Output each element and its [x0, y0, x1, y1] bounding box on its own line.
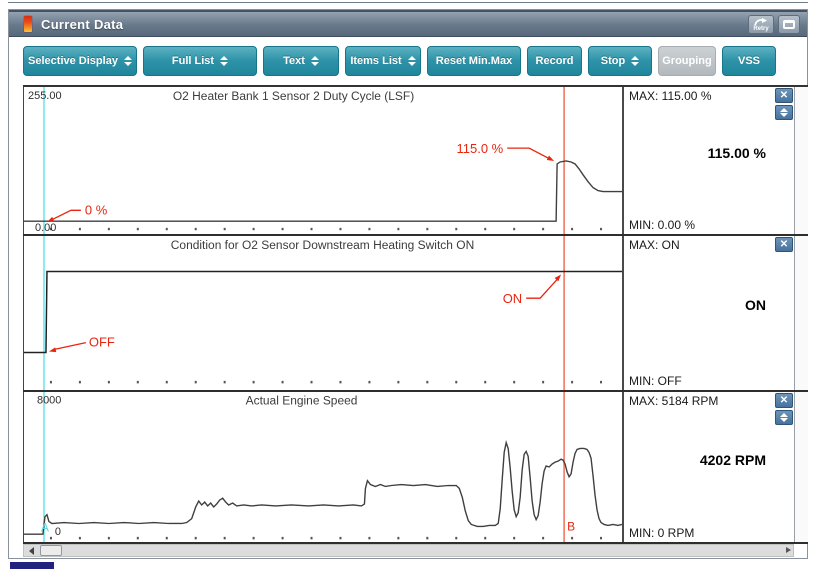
- annotation-arrowhead: [47, 217, 54, 222]
- y-max-label: 8000: [37, 395, 61, 407]
- close-chart-button[interactable]: ✕: [775, 88, 793, 103]
- close-chart-button[interactable]: ✕: [775, 393, 793, 408]
- annotation-leader: [53, 210, 81, 219]
- annotation-leader: [54, 343, 86, 350]
- horizontal-scrollbar[interactable]: [23, 544, 794, 557]
- scrollbar-thumb[interactable]: [40, 545, 62, 556]
- max-readout: MAX: 5184 RPM: [629, 394, 718, 408]
- window-top-edge: [8, 2, 808, 3]
- right-strip: [794, 236, 808, 390]
- annotation-arrowhead: [547, 156, 554, 161]
- annotation-115pct: 115.0 %: [457, 141, 504, 156]
- right-strip: [794, 392, 808, 542]
- close-chart-button[interactable]: ✕: [775, 237, 793, 252]
- dropdown-arrows-icon: [631, 56, 639, 66]
- taskbar-fragment: [10, 562, 54, 569]
- chart-title: Condition for O2 Sensor Downstream Heati…: [171, 238, 474, 252]
- annotation-0pct: 0 %: [85, 202, 107, 217]
- min-readout: MIN: 0 RPM: [629, 526, 694, 540]
- window-restore-icon: [783, 20, 795, 29]
- cursor-a-label: A: [41, 520, 49, 534]
- engine-speed-side-panel: MAX: 5184 RPM 4202 RPM MIN: 0 RPM ✕: [624, 392, 794, 542]
- current-value: 4202 RPM: [700, 452, 766, 468]
- current-data-window: Current Data Retry Selective Display: [8, 9, 808, 559]
- y-min-label: 0: [55, 526, 61, 538]
- annotation-on: ON: [503, 291, 522, 306]
- switch-condition-plot[interactable]: Condition for O2 Sensor Downstream Heati…: [23, 236, 624, 390]
- full-list-button[interactable]: Full List: [143, 46, 257, 76]
- vss-button[interactable]: VSS: [722, 46, 776, 76]
- annotation-leader: [507, 148, 550, 159]
- current-value: ON: [745, 297, 766, 313]
- duty-cycle-side-panel: MAX: 115.00 % 115.00 % MIN: 0.00 % ✕: [624, 87, 794, 234]
- min-readout: MIN: 0.00 %: [629, 218, 695, 232]
- titlebar[interactable]: Current Data Retry: [9, 10, 807, 37]
- chart-title: O2 Heater Bank 1 Sensor 2 Duty Cycle (LS…: [173, 89, 414, 103]
- retry-button[interactable]: Retry: [748, 15, 774, 34]
- right-strip: [794, 87, 808, 234]
- max-readout: MAX: 115.00 %: [629, 89, 712, 103]
- y-max-label: 255.00: [28, 90, 62, 102]
- reset-minmax-button[interactable]: Reset Min.Max: [427, 46, 521, 76]
- scroll-right-arrow-icon[interactable]: [786, 547, 791, 553]
- annotation-arrowhead: [49, 347, 56, 352]
- current-value: 115.00 %: [708, 145, 766, 161]
- duty-cycle-plot[interactable]: 255.00 0.00 O2 Heater Bank 1 Sensor 2 Du…: [23, 87, 624, 234]
- dropdown-arrows-icon: [220, 56, 228, 66]
- screen: Current Data Retry Selective Display: [0, 0, 816, 576]
- cursor-b-label: B: [567, 519, 575, 533]
- dropdown-arrows-icon: [408, 56, 416, 66]
- text-mode-button[interactable]: Text: [263, 46, 339, 76]
- dropdown-arrows-icon: [311, 56, 319, 66]
- min-readout: MIN: OFF: [629, 374, 682, 388]
- retry-arrow-icon: [754, 18, 768, 26]
- selective-display-button[interactable]: Selective Display: [23, 46, 137, 76]
- resize-chart-button[interactable]: [775, 105, 793, 120]
- charts-area: 255.00 0.00 O2 Heater Bank 1 Sensor 2 Du…: [23, 85, 808, 544]
- chart-row-engine-speed: 8000 0 Actual Engine Speed A B MAX: 5184…: [23, 392, 808, 544]
- window-restore-button[interactable]: [778, 15, 800, 34]
- items-list-button[interactable]: Items List: [345, 46, 421, 76]
- max-readout: MAX: ON: [629, 238, 680, 252]
- grouping-button: Grouping: [658, 46, 716, 76]
- duty-cycle-trace: [24, 161, 622, 221]
- window-title: Current Data: [41, 17, 123, 32]
- scroll-left-button[interactable]: [25, 545, 38, 556]
- chart-title: Actual Engine Speed: [246, 394, 358, 408]
- switch-condition-side-panel: MAX: ON ON MIN: OFF ✕: [624, 236, 794, 390]
- retry-button-label: Retry: [753, 26, 768, 32]
- engine-speed-plot[interactable]: 8000 0 Actual Engine Speed A B: [23, 392, 624, 542]
- annotation-off: OFF: [89, 335, 115, 350]
- engine-speed-trace: [24, 443, 622, 535]
- app-flame-icon: [24, 16, 32, 32]
- annotation-leader: [526, 279, 557, 298]
- resize-chart-button[interactable]: [775, 410, 793, 425]
- dropdown-arrows-icon: [124, 56, 132, 66]
- y-min-label: 0.00: [35, 222, 56, 234]
- stop-button[interactable]: Stop: [588, 46, 652, 76]
- chart-row-duty-cycle: 255.00 0.00 O2 Heater Bank 1 Sensor 2 Du…: [23, 87, 808, 236]
- toolbar: Selective Display Full List Text Items L…: [9, 37, 807, 85]
- record-button[interactable]: Record: [527, 46, 582, 76]
- chart-row-switch-condition: Condition for O2 Sensor Downstream Heati…: [23, 236, 808, 392]
